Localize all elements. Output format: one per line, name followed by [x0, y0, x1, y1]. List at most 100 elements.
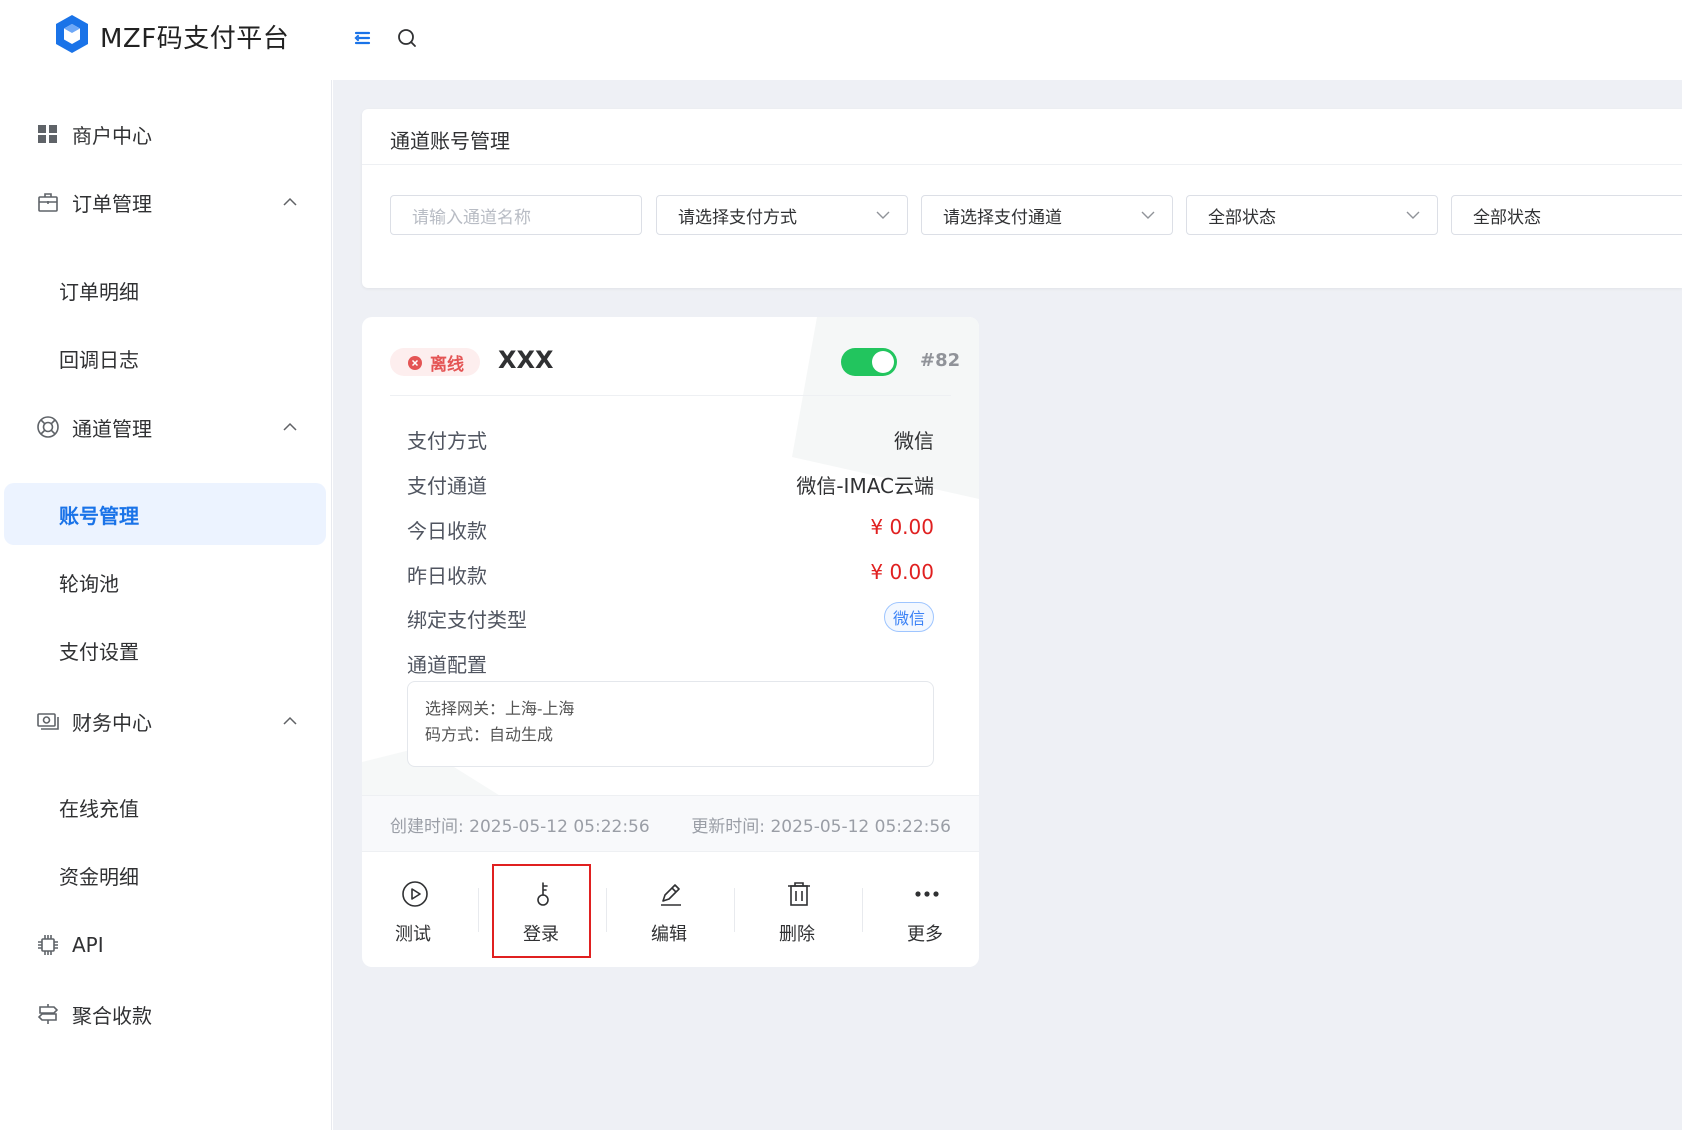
login-highlight-box: [492, 864, 591, 958]
menu-channel-management[interactable]: 通道管理: [0, 399, 332, 455]
sub-label: 订单明细: [59, 279, 139, 304]
chevron-up-icon: [280, 192, 300, 212]
info-row-yesterday-income: 昨日收款 ¥ 0.00: [407, 560, 934, 590]
menu-merchant-center[interactable]: 商户中心: [0, 106, 332, 162]
page-title: 通道账号管理: [390, 129, 510, 153]
info-row-today-income: 今日收款 ¥ 0.00: [407, 515, 934, 545]
select-value: 请选择支付通道: [943, 207, 1062, 228]
test-button[interactable]: 测试: [365, 852, 461, 967]
more-dots-icon: [913, 880, 941, 908]
row-value: 微信-IMAC云端: [796, 474, 934, 498]
chevron-down-icon: [875, 207, 891, 223]
pay-method-select[interactable]: 请选择支付方式: [656, 195, 908, 235]
config-line: 选择网关：上海-上海: [425, 699, 575, 718]
separator: [606, 888, 607, 932]
dashboard-grid-icon: [36, 122, 60, 146]
trash-icon: [785, 880, 813, 908]
info-row-pay-method: 支付方式 微信: [407, 425, 934, 455]
menu-label: 订单管理: [72, 191, 152, 216]
status-text: 离线: [430, 354, 464, 375]
money-icon: [36, 709, 60, 733]
sidebar-item-polling-pool[interactable]: 轮询池: [0, 554, 332, 610]
divider: [390, 395, 951, 396]
chip-icon: [36, 933, 60, 957]
sidebar-item-account-management[interactable]: 账号管理: [4, 483, 326, 545]
menu-aggregate-collection[interactable]: 聚合收款: [0, 986, 332, 1042]
top-header: MZF码支付平台: [0, 0, 1682, 80]
action-label: 测试: [395, 924, 431, 945]
chevron-up-icon: [280, 417, 300, 437]
chevron-down-icon: [1140, 207, 1156, 223]
filter-panel: 通道账号管理 请输入通道名称 请选择支付方式 请选择支付通道 全部状态 全部状态: [362, 109, 1682, 288]
status-select[interactable]: 全部状态: [1186, 195, 1438, 235]
enable-toggle[interactable]: [841, 348, 897, 376]
menu-label: 聚合收款: [72, 1003, 152, 1028]
action-label: 编辑: [651, 924, 687, 945]
sidebar-item-payment-settings[interactable]: 支付设置: [0, 622, 332, 678]
separator: [734, 888, 735, 932]
divider: [362, 164, 1682, 165]
separator: [862, 888, 863, 932]
more-button[interactable]: 更多: [877, 852, 973, 967]
brand-name: MZF码支付平台: [100, 23, 290, 54]
menu-label: 财务中心: [72, 710, 152, 735]
status-badge: 离线: [390, 348, 480, 376]
pay-channel-select[interactable]: 请选择支付通道: [921, 195, 1173, 235]
close-circle-icon: [408, 355, 422, 370]
delete-button[interactable]: 删除: [749, 852, 845, 967]
row-value: 微信: [894, 429, 934, 453]
select-value: 请选择支付方式: [678, 207, 797, 228]
updated-time: 更新时间: 2025-05-12 05:22:56: [691, 817, 951, 837]
sub-label: 回调日志: [59, 347, 139, 372]
pay-type-badge: 微信: [883, 602, 934, 632]
signpost-icon: [36, 1002, 60, 1026]
config-line: 码方式：自动生成: [425, 725, 554, 744]
info-row-bind-type: 绑定支付类型 微信: [407, 602, 934, 634]
sidebar-item-order-detail[interactable]: 订单明细: [0, 262, 332, 318]
select-value: 全部状态: [1473, 207, 1541, 228]
row-label: 今日收款: [407, 519, 487, 543]
action-label: 更多: [907, 924, 943, 945]
menu-label: API: [72, 933, 104, 957]
play-circle-icon: [401, 880, 429, 908]
toggle-knob: [872, 351, 894, 373]
row-label: 通道配置: [407, 653, 487, 677]
row-label: 昨日收款: [407, 564, 487, 588]
sidebar-item-online-recharge[interactable]: 在线充值: [0, 779, 332, 835]
sidebar-item-callback-log[interactable]: 回调日志: [0, 330, 332, 386]
search-icon[interactable]: [395, 26, 419, 50]
info-row-pay-channel: 支付通道 微信-IMAC云端: [407, 470, 934, 500]
select-value: 全部状态: [1208, 207, 1276, 228]
sub-label: 账号管理: [59, 503, 139, 528]
menu-fold-icon[interactable]: [350, 26, 374, 50]
sidebar: 商户中心 订单管理 订单明细 回调日志 通道管理 账号管理 轮询池 支付设置 财…: [0, 80, 332, 1130]
row-value: ¥ 0.00: [870, 515, 934, 539]
menu-api[interactable]: API: [0, 917, 332, 973]
action-label: 删除: [779, 924, 815, 945]
channel-name-input[interactable]: 请输入通道名称: [390, 195, 642, 235]
sub-label: 轮询池: [59, 571, 119, 596]
row-label: 支付通道: [407, 474, 487, 498]
info-row-config: 通道配置: [407, 649, 934, 679]
status-select-2[interactable]: 全部状态: [1451, 195, 1682, 235]
edit-pen-icon: [657, 880, 685, 908]
sidebar-item-fund-detail[interactable]: 资金明细: [0, 847, 332, 903]
config-box: 选择网关：上海-上海 码方式：自动生成: [407, 681, 934, 767]
account-name: XXX: [498, 346, 554, 374]
row-label: 支付方式: [407, 429, 487, 453]
account-id: #82: [920, 350, 961, 371]
chevron-down-icon: [1405, 207, 1421, 223]
main-content: 通道账号管理 请输入通道名称 请选择支付方式 请选择支付通道 全部状态 全部状态: [333, 80, 1682, 1130]
row-value: ¥ 0.00: [870, 560, 934, 584]
edit-button[interactable]: 编辑: [621, 852, 717, 967]
menu-label: 通道管理: [72, 416, 152, 441]
sub-label: 支付设置: [59, 639, 139, 664]
logo[interactable]: MZF码支付平台: [54, 14, 289, 58]
separator: [478, 888, 479, 932]
menu-finance-center[interactable]: 财务中心: [0, 693, 332, 749]
sub-label: 资金明细: [59, 864, 139, 889]
action-bar: 测试 登录 编辑 删除 更多: [362, 852, 979, 967]
menu-order-management[interactable]: 订单管理: [0, 174, 332, 230]
created-time: 创建时间: 2025-05-12 05:22:56: [390, 817, 650, 837]
row-label: 绑定支付类型: [407, 608, 527, 632]
